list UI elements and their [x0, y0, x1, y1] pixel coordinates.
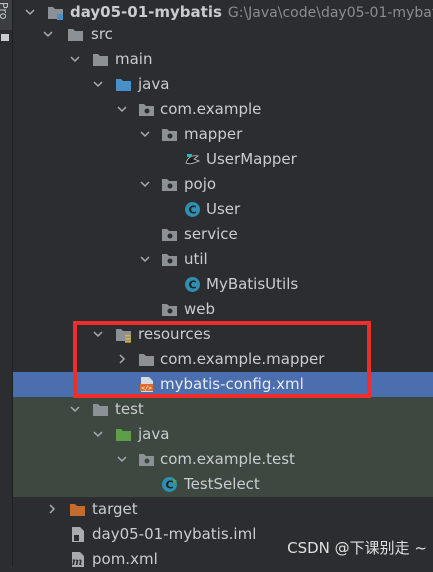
tree-row-main[interactable]: main: [13, 47, 433, 72]
test-select-label: TestSelect: [184, 475, 260, 493]
tree-row-test-package[interactable]: com.example.test: [13, 447, 433, 472]
tree-row-service[interactable]: service: [13, 222, 433, 247]
tree-row-target[interactable]: target: [13, 497, 433, 522]
tree-row-mybatis-utils[interactable]: C MyBatisUtils: [13, 272, 433, 297]
tree-row-pojo[interactable]: pojo: [13, 172, 433, 197]
project-tool-tab-label: Pro: [0, 2, 10, 20]
target-label: target: [92, 500, 138, 518]
project-tool-window-stripe: Pro: [0, 0, 13, 566]
chevron-down-icon[interactable]: [43, 29, 53, 39]
svg-text:m: m: [72, 557, 83, 568]
tree-row-mapper[interactable]: mapper: [13, 122, 433, 147]
root-module-name: day05-01-mybatis: [70, 3, 222, 21]
test-package-label: com.example.test: [160, 450, 295, 468]
chevron-down-icon[interactable]: [140, 129, 150, 139]
mapper-label: mapper: [184, 125, 243, 143]
tree-row-com-example[interactable]: com.example: [13, 97, 433, 122]
tree-row-web[interactable]: web: [13, 297, 433, 322]
chevron-down-icon[interactable]: [70, 404, 80, 414]
tree-row-util[interactable]: util: [13, 247, 433, 272]
tree-row-java[interactable]: java: [13, 72, 433, 97]
chevron-right-icon[interactable]: [47, 504, 57, 514]
web-label: web: [184, 300, 216, 318]
chevron-down-icon[interactable]: [93, 79, 103, 89]
red-highlight-box: [73, 321, 371, 398]
package-icon: [162, 129, 177, 141]
tree-row-test-select[interactable]: C TestSelect: [13, 472, 433, 497]
folder-icon: [93, 404, 108, 416]
test-root-folder-icon: [116, 429, 131, 441]
folder-icon: [93, 54, 108, 66]
package-icon: [139, 454, 154, 466]
tree-row-src[interactable]: src: [13, 22, 433, 47]
service-label: service: [184, 225, 238, 243]
test-class-icon: C: [162, 477, 177, 492]
mybatis-utils-label: MyBatisUtils: [206, 275, 299, 293]
tree-row-user-mapper[interactable]: UserMapper: [13, 147, 433, 172]
com-example-label: com.example: [160, 100, 262, 118]
tree-row-test-java[interactable]: java: [13, 422, 433, 447]
user-label: User: [206, 200, 241, 218]
java-class-icon: C: [185, 277, 200, 292]
project-tool-tab[interactable]: Pro: [0, 0, 12, 30]
folder-icon: [68, 29, 83, 41]
test-label: test: [115, 400, 144, 418]
root-module-path: G:\Java\code\day05-01-mybat: [227, 5, 433, 21]
package-icon: [162, 229, 177, 241]
util-label: util: [184, 250, 208, 268]
chevron-down-icon[interactable]: [140, 179, 150, 189]
structure-tool-icon[interactable]: [1, 34, 9, 41]
module-file-icon: [72, 527, 84, 542]
chevron-down-icon[interactable]: [117, 454, 127, 464]
chevron-down-icon[interactable]: [70, 54, 80, 64]
project-tree: day05-01-mybatis G:\Java\code\day05-01-my…: [13, 0, 433, 568]
package-icon: [162, 254, 177, 266]
main-label: main: [115, 50, 153, 68]
source-root-folder-icon: [116, 79, 131, 91]
java-class-icon: C: [185, 202, 200, 217]
chevron-down-icon[interactable]: [140, 254, 150, 264]
tree-row-user[interactable]: C User: [13, 197, 433, 222]
maven-file-icon: m: [72, 552, 84, 568]
src-label: src: [91, 25, 113, 43]
module-folder-icon: [48, 7, 63, 20]
svg-text:C: C: [165, 479, 173, 492]
root-module-label: day05-01-mybatis G:\Java\code\day05-01-my…: [70, 3, 433, 23]
package-icon: [162, 304, 177, 316]
csdn-watermark: CSDN @下课别走 ~: [287, 539, 427, 557]
svg-text:C: C: [188, 204, 196, 217]
pom-label: pom.xml: [92, 550, 158, 568]
package-icon: [162, 179, 177, 191]
excluded-folder-icon: [70, 504, 85, 516]
chevron-down-icon[interactable]: [93, 429, 103, 439]
java-label: java: [138, 75, 170, 93]
package-icon: [139, 104, 154, 116]
pojo-label: pojo: [184, 175, 217, 193]
svg-text:C: C: [188, 279, 196, 292]
test-java-label: java: [138, 425, 170, 443]
tree-row-test[interactable]: test: [13, 397, 433, 422]
iml-label: day05-01-mybatis.iml: [92, 525, 257, 543]
chevron-down-icon[interactable]: [117, 104, 127, 114]
user-mapper-label: UserMapper: [206, 150, 297, 168]
mybatis-mapper-icon: [185, 154, 201, 165]
chevron-down-icon[interactable]: [25, 7, 35, 17]
